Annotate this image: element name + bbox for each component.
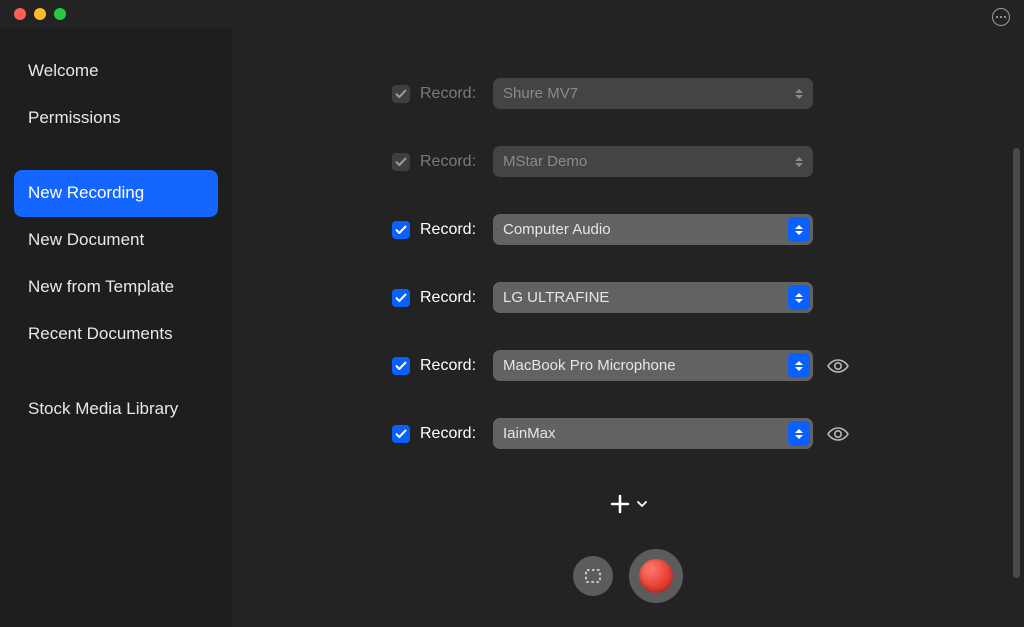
main-panel: Record:Shure MV7Record:MStar DemoRecord:… bbox=[232, 28, 1024, 627]
record-checkbox[interactable] bbox=[392, 221, 410, 239]
select-stepper-icon bbox=[788, 217, 810, 242]
source-row: Record: Computer Audio bbox=[232, 214, 1024, 245]
select-stepper-icon bbox=[788, 421, 810, 446]
window-zoom-button[interactable] bbox=[54, 8, 66, 20]
record-label: Record: bbox=[420, 357, 493, 375]
sidebar-item-new-from-template[interactable]: New from Template bbox=[14, 264, 218, 311]
record-checkbox[interactable] bbox=[392, 289, 410, 307]
plus-icon bbox=[609, 493, 631, 515]
record-label: Record: bbox=[420, 289, 493, 307]
source-select[interactable]: Computer Audio bbox=[493, 214, 813, 245]
sidebar-item-new-recording[interactable]: New Recording bbox=[14, 170, 218, 217]
source-row: Record: MacBook Pro Microphone bbox=[232, 350, 1024, 381]
sidebar-item-new-document[interactable]: New Document bbox=[14, 217, 218, 264]
record-label: Record: bbox=[420, 85, 493, 103]
source-row: Record: IainMax bbox=[232, 418, 1024, 449]
sidebar-item-stock-media-library[interactable]: Stock Media Library bbox=[14, 386, 218, 433]
source-select: Shure MV7 bbox=[493, 78, 813, 109]
source-select-value: IainMax bbox=[503, 425, 556, 442]
record-label: Record: bbox=[420, 153, 493, 171]
source-select-value: LG ULTRAFINE bbox=[503, 289, 609, 306]
record-checkbox bbox=[392, 153, 410, 171]
select-stepper-icon bbox=[788, 149, 810, 174]
record-button[interactable] bbox=[629, 549, 683, 603]
select-stepper-icon bbox=[788, 81, 810, 106]
preview-eye-button[interactable] bbox=[827, 426, 849, 442]
main-scrollbar[interactable] bbox=[1013, 148, 1020, 578]
source-select-value: Computer Audio bbox=[503, 221, 611, 238]
source-select-value: MStar Demo bbox=[503, 153, 587, 170]
source-select[interactable]: IainMax bbox=[493, 418, 813, 449]
source-row: Record: Shure MV7 bbox=[232, 78, 1024, 109]
source-select[interactable]: LG ULTRAFINE bbox=[493, 282, 813, 313]
window-minimize-button[interactable] bbox=[34, 8, 46, 20]
sidebar: Welcome Permissions New Recording New Do… bbox=[0, 28, 232, 627]
record-checkbox[interactable] bbox=[392, 425, 410, 443]
sidebar-item-welcome[interactable]: Welcome bbox=[14, 48, 218, 95]
window-close-button[interactable] bbox=[14, 8, 26, 20]
selection-rectangle-icon bbox=[583, 566, 603, 586]
source-select-value: MacBook Pro Microphone bbox=[503, 357, 676, 374]
source-row: Record: MStar Demo bbox=[232, 146, 1024, 177]
record-checkbox bbox=[392, 85, 410, 103]
source-select-value: Shure MV7 bbox=[503, 85, 578, 102]
record-label: Record: bbox=[420, 221, 493, 239]
more-options-button[interactable] bbox=[992, 8, 1010, 26]
preview-eye-button[interactable] bbox=[827, 358, 849, 374]
chevron-down-icon bbox=[637, 501, 647, 507]
sidebar-item-recent-documents[interactable]: Recent Documents bbox=[14, 311, 218, 358]
record-checkbox[interactable] bbox=[392, 357, 410, 375]
source-row: Record: LG ULTRAFINE bbox=[232, 282, 1024, 313]
source-select: MStar Demo bbox=[493, 146, 813, 177]
record-label: Record: bbox=[420, 425, 493, 443]
record-dot-icon bbox=[639, 559, 673, 593]
ellipsis-icon bbox=[995, 15, 1007, 19]
window-titlebar bbox=[0, 0, 1024, 28]
select-region-button[interactable] bbox=[573, 556, 613, 596]
sidebar-item-permissions[interactable]: Permissions bbox=[14, 95, 218, 142]
source-select[interactable]: MacBook Pro Microphone bbox=[493, 350, 813, 381]
add-source-button[interactable] bbox=[232, 493, 1024, 515]
select-stepper-icon bbox=[788, 285, 810, 310]
select-stepper-icon bbox=[788, 353, 810, 378]
